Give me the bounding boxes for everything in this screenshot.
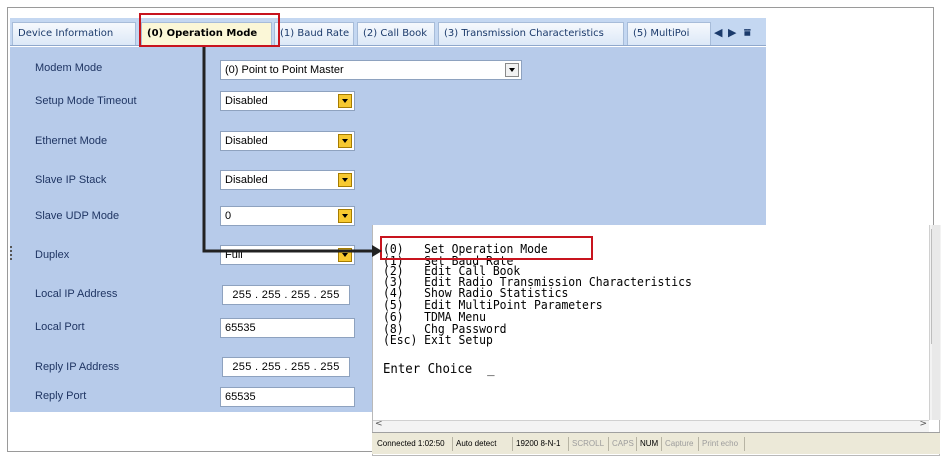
tab-scroll-left-icon[interactable]: ◀ — [714, 26, 722, 40]
scroll-left-icon[interactable]: < — [375, 419, 383, 429]
setup-mode-timeout-select[interactable]: Disabled — [220, 91, 355, 111]
capture-indicator: Capture — [661, 437, 693, 451]
tab-overflow-menu-icon[interactable]: ⩸ — [744, 26, 751, 40]
local-ip-address-input[interactable]: 255 . 255 . 255 . 255 — [222, 285, 350, 305]
terminal-line: (Esc) Exit Setup — [383, 333, 493, 347]
chevron-down-icon[interactable] — [505, 63, 519, 77]
slave-ip-stack-value: Disabled — [225, 174, 268, 186]
splitter-grip[interactable] — [10, 246, 12, 260]
tab-label: (5) MultiPoi — [633, 28, 690, 39]
tab-label: Device Information — [18, 28, 114, 39]
duplex-label: Duplex — [35, 249, 70, 261]
duplex-select[interactable]: Full — [220, 245, 355, 265]
tab-call-book[interactable]: (2) Call Book — [357, 22, 435, 45]
slave-udp-mode-label: Slave UDP Mode — [35, 210, 120, 222]
chevron-down-icon[interactable] — [338, 209, 352, 223]
tab-baud-rate[interactable]: (1) Baud Rate — [274, 22, 354, 45]
tab-label: (3) Transmission Characteristics — [444, 28, 604, 39]
setup-mode-timeout-label: Setup Mode Timeout — [35, 95, 137, 107]
detect-status: Auto detect — [452, 437, 496, 451]
ethernet-mode-select[interactable]: Disabled — [220, 131, 355, 151]
setup-mode-timeout-value: Disabled — [225, 95, 268, 107]
status-pane-empty — [744, 437, 834, 451]
chevron-down-icon[interactable] — [338, 94, 352, 108]
terminal-horizontal-scrollbar[interactable]: < > — [373, 419, 929, 432]
scroll-right-icon[interactable]: > — [919, 419, 927, 429]
num-lock-indicator: NUM — [636, 437, 658, 451]
tab-device-information[interactable]: Device Information — [12, 22, 136, 45]
terminal-prompt: Enter Choice _ — [383, 362, 495, 377]
print-echo-indicator: Print echo — [698, 437, 738, 451]
tab-label: (2) Call Book — [363, 28, 428, 39]
slave-ip-stack-select[interactable]: Disabled — [220, 170, 355, 190]
caps-lock-indicator: CAPS — [608, 437, 634, 451]
chevron-down-icon[interactable] — [338, 248, 352, 262]
tab-label: (1) Baud Rate — [280, 28, 350, 39]
reply-ip-address-label: Reply IP Address — [35, 361, 120, 373]
local-port-input[interactable]: 65535 — [220, 318, 355, 338]
status-bar: Connected 1:02:50 Auto detect 19200 8-N-… — [372, 432, 940, 454]
modem-mode-select[interactable]: (0) Point to Point Master — [220, 60, 522, 80]
local-ip-address-label: Local IP Address — [35, 288, 118, 300]
reply-port-label: Reply Port — [35, 390, 87, 402]
outer-vertical-scrollbar[interactable] — [932, 225, 940, 420]
tab-multipoint[interactable]: (5) MultiPoi — [627, 22, 711, 45]
slave-udp-mode-select[interactable]: 0 — [220, 206, 355, 226]
slave-ip-stack-label: Slave IP Stack — [35, 174, 107, 186]
tab-strip: Device Information (0) Operation Mode (1… — [10, 18, 766, 46]
connection-status: Connected 1:02:50 — [377, 439, 445, 448]
ethernet-mode-value: Disabled — [225, 135, 268, 147]
reply-port-input[interactable]: 65535 — [220, 387, 355, 407]
tab-scroll-right-icon[interactable]: ▶ — [728, 26, 736, 40]
modem-mode-label: Modem Mode — [35, 62, 103, 74]
baud-status: 19200 8-N-1 — [512, 437, 560, 451]
chevron-down-icon[interactable] — [338, 173, 352, 187]
duplex-value: Full — [225, 249, 243, 261]
modem-mode-value: (0) Point to Point Master — [225, 64, 344, 76]
chevron-down-icon[interactable] — [338, 134, 352, 148]
tab-highlight-box — [139, 13, 280, 47]
menu-highlight-box — [380, 236, 593, 260]
slave-udp-mode-value: 0 — [225, 210, 232, 222]
ethernet-mode-label: Ethernet Mode — [35, 135, 108, 147]
local-port-label: Local Port — [35, 321, 85, 333]
tab-transmission-characteristics[interactable]: (3) Transmission Characteristics — [438, 22, 624, 45]
scroll-lock-indicator: SCROLL — [568, 437, 604, 451]
reply-ip-address-input[interactable]: 255 . 255 . 255 . 255 — [222, 357, 350, 377]
